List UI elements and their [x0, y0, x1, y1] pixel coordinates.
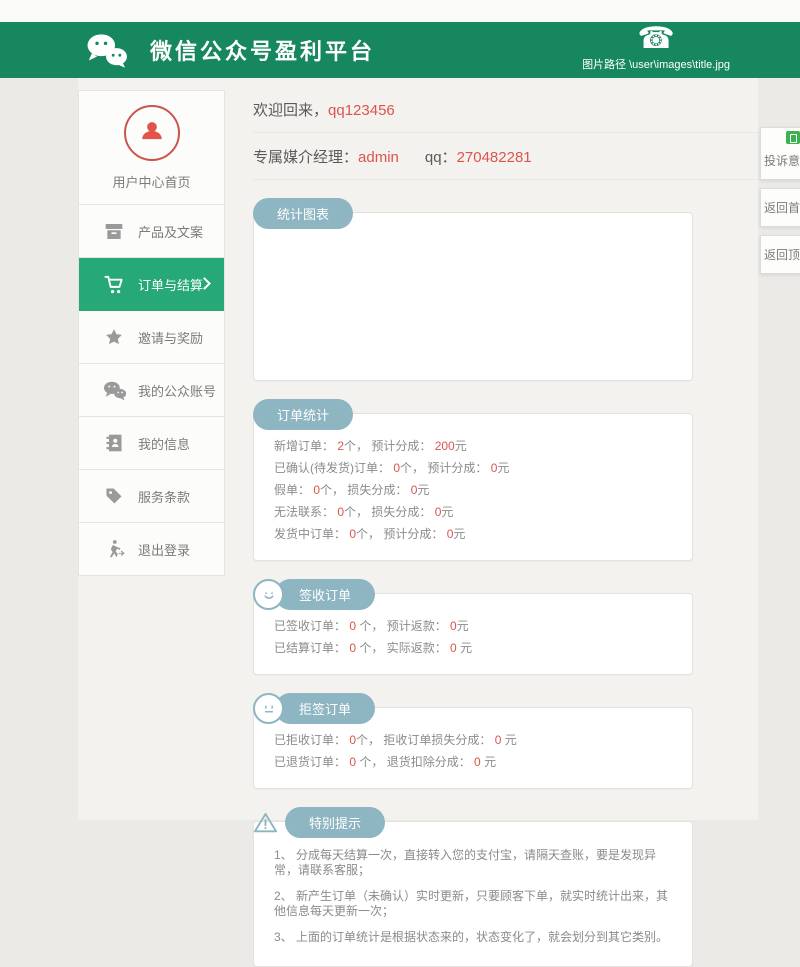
- star-icon: [101, 327, 127, 347]
- welcome-greeting: 欢迎回来，qq123456: [253, 86, 758, 133]
- page-title: 微信公众号盈利平台: [150, 34, 375, 66]
- sidebar-item[interactable]: 服务条款: [79, 470, 224, 523]
- sidebar-item-label: 我的信息: [138, 434, 190, 453]
- wechat-logo-icon: [84, 31, 130, 69]
- float-panel-item[interactable]: 返回首页: [760, 188, 800, 227]
- sidebar-item-label: 产品及文案: [138, 222, 203, 241]
- stat-line: 3、 上面的订单统计是根据状态来的，状态变化了，就会划分到其它类别。: [274, 930, 672, 956]
- stat-line: 已结算订单： 0 个， 实际返款： 0 元: [274, 642, 672, 664]
- archive-icon: [101, 222, 127, 241]
- contact-icon: [101, 433, 127, 453]
- section-badge: 拒签订单: [275, 693, 375, 724]
- phone-icon: ☎: [637, 23, 674, 55]
- section-badge-row: 订单统计: [253, 399, 353, 430]
- logout-icon: [101, 539, 127, 559]
- section-badge: 统计图表: [253, 198, 353, 229]
- main-content: 欢迎回来，qq123456 专属媒介经理：admin qq：270482281 统…: [225, 78, 758, 967]
- stat-line: 已退货订单： 0 个， 退货扣除分成： 0 元: [274, 756, 672, 778]
- greeting-prefix: 欢迎回来，: [253, 102, 328, 119]
- stat-line: 已确认(待发货)订单： 0个， 预计分成： 0元: [274, 462, 672, 484]
- username: qq123456: [328, 102, 395, 119]
- tag-icon: [101, 486, 127, 506]
- wechat-icon: [101, 380, 127, 401]
- sidebar-item-label: 邀请与奖励: [138, 328, 203, 347]
- content-wrapper: 用户中心首页 产品及文案订单与结算邀请与奖励我的公众账号我的信息服务条款退出登录…: [78, 78, 758, 820]
- float-panel-label: 投诉意见: [764, 154, 800, 168]
- sidebar-item-label: 退出登录: [138, 540, 190, 559]
- header-contact: ☎ 图片路径 \user\images\title.jpg: [582, 23, 730, 72]
- sidebar: 用户中心首页 产品及文案订单与结算邀请与奖励我的公众账号我的信息服务条款退出登录: [78, 90, 225, 576]
- stat-line: 无法联系： 0个， 损失分成： 0元: [274, 506, 672, 528]
- sidebar-item[interactable]: 退出登录: [79, 523, 224, 576]
- online-chat-badge-icon: [786, 131, 800, 144]
- stat-line: 发货中订单： 0个， 预计分成： 0元: [274, 528, 672, 550]
- frown-face-icon: [253, 693, 284, 724]
- stat-line: 1、 分成每天结算一次，直接转入您的支付宝，请隔天查账，要是发现异常，请联系客服…: [274, 848, 672, 889]
- sidebar-item-label: 订单与结算: [138, 275, 203, 294]
- stat-line: 已签收订单： 0 个， 预计返款： 0元: [274, 620, 672, 642]
- section-special-notice: 特别提示1、 分成每天结算一次，直接转入您的支付宝，请隔天查账，要是发现异常，请…: [253, 821, 693, 967]
- section-signed-orders: 签收订单已签收订单： 0 个， 预计返款： 0元已结算订单： 0 个， 实际返款…: [253, 593, 693, 675]
- section-chart: 统计图表: [253, 212, 693, 381]
- manager-name: admin: [358, 149, 399, 166]
- sidebar-item-label: 服务条款: [138, 487, 190, 506]
- app-header: 微信公众号盈利平台 ☎ 图片路径 \user\images\title.jpg: [0, 22, 800, 78]
- section-badge-row: 签收订单: [253, 579, 375, 610]
- image-path-caption: 图片路径 \user\images\title.jpg: [582, 56, 730, 72]
- stat-line: 假单： 0个， 损失分成： 0元: [274, 484, 672, 506]
- float-panel-label: 返回顶部: [764, 248, 800, 262]
- cart-icon: [101, 274, 127, 295]
- stat-line: 2、 新产生订单（未确认）实时更新，只要顾客下单，就实时统计出来，其他信息每天更…: [274, 889, 672, 930]
- section-rejected-orders: 拒签订单已拒收订单： 0个， 拒收订单损失分成： 0 元已退货订单： 0 个， …: [253, 707, 693, 789]
- sidebar-item[interactable]: 邀请与奖励: [79, 311, 224, 364]
- section-badge-row: 特别提示: [253, 807, 385, 838]
- sidebar-menu: 产品及文案订单与结算邀请与奖励我的公众账号我的信息服务条款退出登录: [79, 205, 224, 576]
- warning-triangle-icon: [253, 811, 278, 834]
- qq-number: 270482281: [457, 149, 532, 166]
- sections: 统计图表订单统计新增订单： 2个， 预计分成： 200元已确认(待发货)订单： …: [253, 212, 758, 967]
- section-badge-row: 拒签订单: [253, 693, 375, 724]
- section-badge: 签收订单: [275, 579, 375, 610]
- manager-label: 专属媒介经理：: [253, 149, 358, 166]
- stat-line: 已拒收订单： 0个， 拒收订单损失分成： 0 元: [274, 734, 672, 756]
- manager-info: 专属媒介经理：admin qq：270482281: [253, 133, 758, 180]
- top-strip: [0, 0, 800, 22]
- section-card: [253, 212, 693, 381]
- section-card: 新增订单： 2个， 预计分成： 200元已确认(待发货)订单： 0个， 预计分成…: [253, 413, 693, 561]
- section-order-stats: 订单统计新增订单： 2个， 预计分成： 200元已确认(待发货)订单： 0个， …: [253, 413, 693, 561]
- sidebar-item[interactable]: 我的公众账号: [79, 364, 224, 417]
- stat-line: 新增订单： 2个， 预计分成： 200元: [274, 440, 672, 462]
- sidebar-item-user-center-home[interactable]: 用户中心首页: [79, 91, 224, 205]
- section-badge-row: 统计图表: [253, 198, 353, 229]
- float-panel-item[interactable]: 返回顶部: [760, 235, 800, 274]
- section-badge: 订单统计: [253, 399, 353, 430]
- float-panel-label: 返回首页: [764, 201, 800, 215]
- sidebar-item-label: 我的公众账号: [138, 381, 216, 400]
- sidebar-item[interactable]: 订单与结算: [79, 258, 224, 311]
- user-icon: [124, 105, 180, 161]
- qq-label: qq：: [425, 149, 457, 166]
- sidebar-item[interactable]: 我的信息: [79, 417, 224, 470]
- section-card: 1、 分成每天结算一次，直接转入您的支付宝，请隔天查账，要是发现异常，请联系客服…: [253, 821, 693, 967]
- section-badge: 特别提示: [285, 807, 385, 838]
- float-panel-item[interactable]: 投诉意见: [760, 127, 800, 180]
- smile-face-icon: [253, 579, 284, 610]
- sidebar-item[interactable]: 产品及文案: [79, 205, 224, 258]
- floating-side-panel: 投诉意见返回首页返回顶部: [760, 127, 800, 274]
- sidebar-item-label: 用户中心首页: [112, 172, 190, 191]
